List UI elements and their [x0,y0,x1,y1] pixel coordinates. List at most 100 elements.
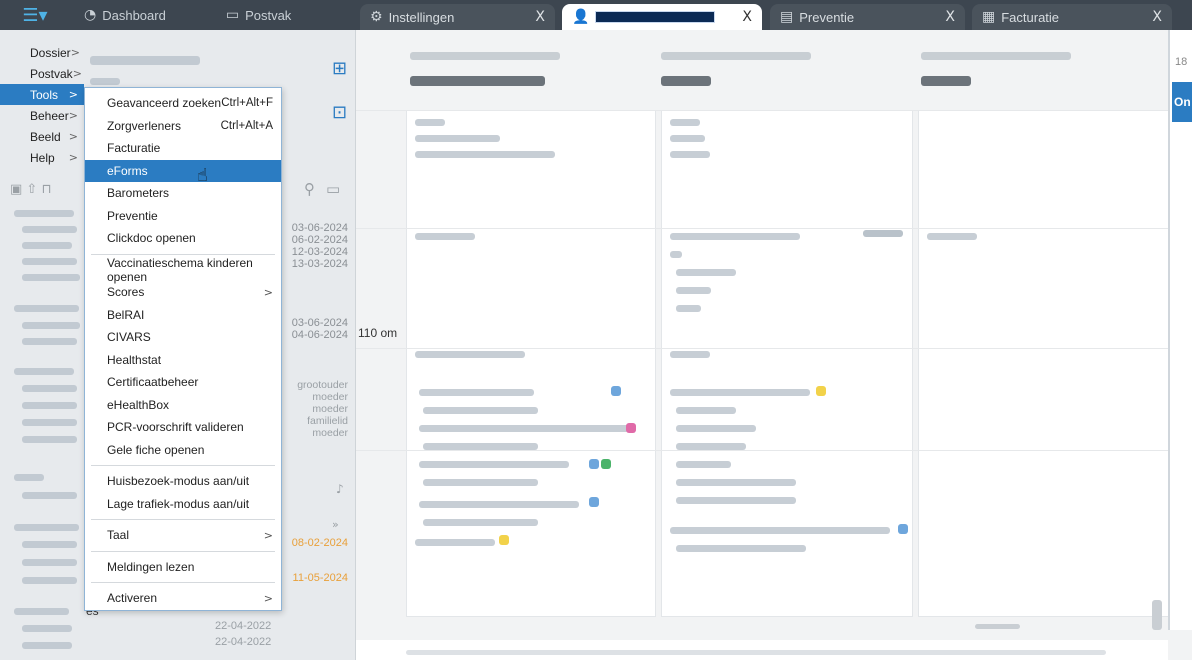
menu-postvak[interactable]: Postvak > [0,63,84,84]
blurred-text [22,492,77,499]
toolbar-icons[interactable]: ▣ ⇧ ⊓ [10,182,52,197]
horizontal-scrollbar[interactable] [975,624,1020,629]
nav-dashboard[interactable]: ◔ Dashboard [76,0,174,30]
redacted-patient-name [595,11,716,23]
blurred-text [676,497,796,504]
menu-item-eforms[interactable]: eForms [85,159,281,182]
menu-beheer[interactable]: Beheer > [0,105,84,126]
blurred-text [670,119,700,126]
blurred-text [419,389,534,396]
divider [356,110,1168,111]
hierarchy-icon[interactable]: ⚲ [304,180,315,198]
tab-preventie[interactable]: ▤ Preventie X [770,4,965,30]
menu-item-barometers[interactable]: Barometers [85,182,281,205]
blurred-patient-name [90,56,200,65]
person-card-icon[interactable]: ⊡ [332,102,347,123]
menu-item-vaccinatieschema[interactable]: Vaccinatieschema kinderen openen [85,256,281,284]
hamburger-menu-icon: ☰▾ [22,4,48,26]
time-label: 110 om [358,326,398,340]
vertical-scrollbar[interactable] [1152,600,1162,630]
menu-item-certificaatbeheer[interactable]: Certificaatbeheer [85,371,281,394]
tools-dropdown-menu: Geavanceerd zoeken Ctrl+Alt+F Zorgverlene… [84,87,282,611]
blurred-text [423,443,538,450]
menu-tools[interactable]: Tools > [0,84,84,105]
blurred-text [410,76,545,86]
blurred-text [415,135,500,142]
menu-item-scores[interactable]: Scores > [85,281,281,304]
menu-item-geavanceerd-zoeken[interactable]: Geavanceerd zoeken Ctrl+Alt+F [85,92,281,115]
blurred-text [22,402,77,409]
blurred-text [22,559,77,566]
menu-item-zorgverleners[interactable]: Zorgverleners Ctrl+Alt+A [85,115,281,138]
date-list: 03-06-2024 06-02-2024 12-03-2024 13-03-2… [291,222,348,270]
menu-item-preventie[interactable]: Preventie [85,205,281,228]
blurred-text [22,385,77,392]
hamburger-menu-button[interactable]: ☰▾ [0,0,70,30]
menu-item-meldingen-lezen[interactable]: Meldingen lezen [85,556,281,579]
tab-close-button[interactable]: X [945,9,955,25]
menu-item-clickdoc[interactable]: Clickdoc openen [85,227,281,250]
blurred-text [22,322,80,329]
column-header [410,52,560,86]
blurred-text [415,539,495,546]
blurred-text [661,76,711,86]
calendar-icon[interactable]: ▭ [326,180,340,198]
menu-beeld[interactable]: Beeld > [0,126,84,147]
menu-separator [91,465,275,466]
blurred-text [22,274,80,281]
blurred-text [14,524,79,531]
menu-item-lage-trafiek-modus[interactable]: Lage trafiek-modus aan/uit [85,493,281,516]
right-edge-badge[interactable]: On [1172,82,1192,122]
tab-patient[interactable]: 👤 X [562,4,762,30]
expand-icon[interactable]: » [332,518,339,531]
blurred-text [676,305,701,312]
column-header [921,52,1071,86]
blurred-text [670,135,705,142]
tab-instellingen[interactable]: ⚙ Instellingen X [360,4,555,30]
blurred-text [927,233,977,240]
nav-postvak[interactable]: ▭ Postvak [218,0,299,30]
menu-dossier[interactable]: Dossier > [0,42,84,63]
menu-help[interactable]: Help > [0,147,84,168]
menu-item-taal[interactable]: Taal > [85,524,281,547]
menu-item-civars[interactable]: CIVARS [85,326,281,349]
menu-item-ehealthbox[interactable]: eHealthBox [85,394,281,417]
hand-cursor-icon: ☝ [197,165,208,186]
tab-close-button[interactable]: X [1152,9,1162,25]
menu-item-facturatie[interactable]: Facturatie [85,137,281,160]
menu-item-belrai[interactable]: BelRAI [85,304,281,327]
blurred-text [676,461,731,468]
status-icon [589,459,599,469]
bottom-strip [356,640,1168,660]
menu-item-activeren[interactable]: Activeren > [85,587,281,610]
date-text: 22-04-2022 [215,636,272,648]
menu-item-healthstat[interactable]: Healthstat [85,349,281,372]
column-card [918,110,1170,617]
blurred-text [22,541,77,548]
status-icon [601,459,611,469]
status-icon [816,386,826,396]
tab-close-button[interactable]: X [535,9,545,25]
gear-icon: ⚙ [370,9,383,25]
menu-item-pcr-voorschrift[interactable]: PCR-voorschrift valideren [85,416,281,439]
add-document-icon[interactable]: ⊞ [332,58,347,79]
blurred-text [921,52,1071,60]
blurred-text [670,251,682,258]
menu-separator [91,550,275,552]
menu-item-huisbezoek-modus[interactable]: Huisbezoek-modus aan/uit [85,470,281,493]
blurred-text [670,527,890,534]
bell-icon[interactable]: ♪ [336,482,344,496]
tab-facturatie[interactable]: ▦ Facturatie X [972,4,1172,30]
menu-item-gele-fiche[interactable]: Gele fiche openen [85,439,281,462]
tab-close-button[interactable]: X [742,9,752,25]
date-orange: 08-02-2024 [291,537,348,549]
blurred-text [22,242,72,249]
menu-separator [91,519,275,520]
column-header [661,52,811,86]
person-icon: 👤 [572,9,590,25]
blurred-text [415,119,445,126]
date-list: 03-06-2024 04-06-2024 [291,317,348,341]
blurred-text [22,419,77,426]
blurred-text [14,210,74,217]
blurred-text [676,545,806,552]
